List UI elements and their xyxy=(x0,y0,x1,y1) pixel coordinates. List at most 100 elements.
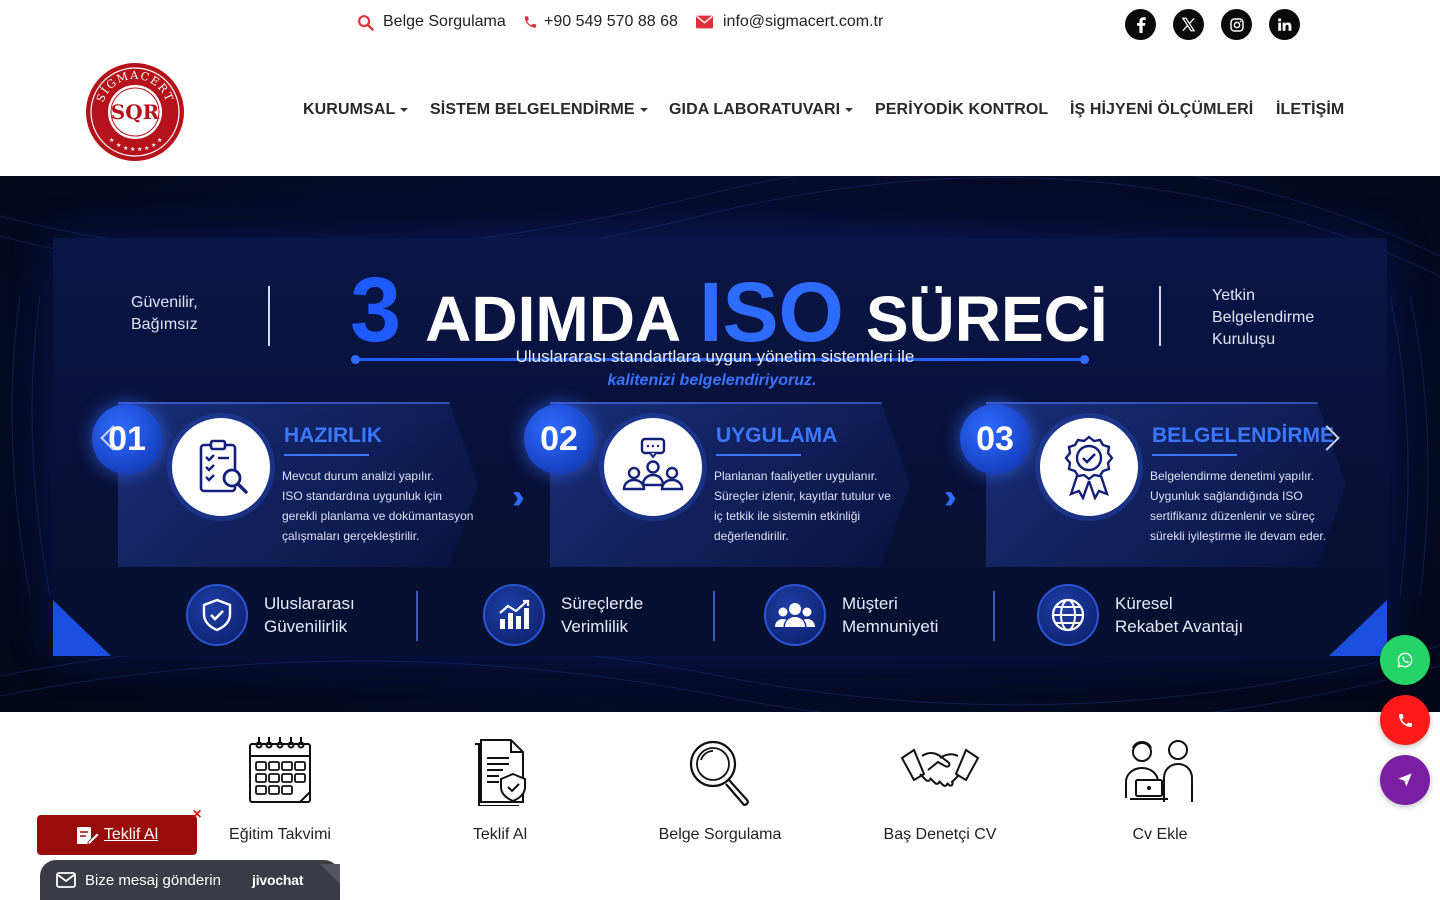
jivochat-widget[interactable]: Bize mesaj gönderin jivochat xyxy=(40,860,340,900)
globe-icon xyxy=(1037,584,1099,646)
divider xyxy=(268,286,270,346)
step-title-underline xyxy=(1152,454,1237,456)
tagline-right: Yetkin Belgelendirme Kuruluşu xyxy=(1212,287,1315,348)
step-title-underline xyxy=(716,454,801,456)
svg-text:★: ★ xyxy=(157,137,162,144)
handshake-icon xyxy=(900,748,980,787)
close-icon[interactable]: × xyxy=(189,807,205,823)
phone-number: +90 549 570 88 68 xyxy=(544,13,678,30)
nav-kurumsal[interactable]: KURUMSAL xyxy=(303,101,409,119)
nav-is-hijyeni-olcumleri[interactable]: İŞ HİJYENİ ÖLÇÜMLERİ xyxy=(1070,101,1253,119)
clipboard-search-icon xyxy=(172,418,270,516)
svg-text:★: ★ xyxy=(151,142,156,149)
svg-text:★: ★ xyxy=(144,145,149,152)
caret-down-icon xyxy=(639,108,648,112)
quicklink-teklif-al[interactable]: Teklif Al xyxy=(390,736,610,844)
phone-link[interactable]: +90 549 570 88 68 xyxy=(523,13,678,31)
feature-label: Müşteri Memnuniyeti xyxy=(842,594,939,636)
quicklink-label: Belge Sorgulama xyxy=(658,826,782,843)
step-title-underline xyxy=(284,454,369,456)
step-card-uygulama: 02 UYGULAMA Planlanan faaliyetler uygula… xyxy=(524,402,944,567)
nav-periyodik-kontrol-label: PERİYODİK KONTROL xyxy=(875,101,1049,118)
step-title: UYGULAMA xyxy=(716,424,838,447)
navigation-icon xyxy=(1398,773,1412,787)
chevrons-right-icon: ›› xyxy=(944,478,956,516)
phone-icon xyxy=(1398,713,1412,727)
step-title: HAZIRLIK xyxy=(284,424,382,447)
step-description: Mevcut durum analizi yapılır. ISO standa… xyxy=(282,469,474,543)
nav-iletisim[interactable]: İLETİŞİM xyxy=(1276,101,1344,119)
whatsapp-icon xyxy=(1397,652,1413,668)
x-icon[interactable] xyxy=(1173,9,1204,40)
instagram-icon[interactable] xyxy=(1221,9,1252,40)
quicklink-bas-denetci-cv[interactable]: Baş Denetçi CV xyxy=(830,736,1050,844)
feature-uluslararasi-guvenilirlik: Uluslararası Güvenilirlik xyxy=(186,584,355,646)
quicklink-label: Teklif Al xyxy=(472,826,528,843)
bar-chart-icon xyxy=(483,584,545,646)
call-button[interactable] xyxy=(1380,695,1430,745)
tagline-left: Güvenilir, Bağımsız xyxy=(131,294,198,333)
hero-subtitle-accent-text: kalitenizi belgelendiriyoruz. xyxy=(607,372,817,389)
magnifier-icon xyxy=(689,740,749,806)
caret-down-icon xyxy=(845,108,854,112)
svg-text:★: ★ xyxy=(109,137,114,144)
quicklink-cv-ekle[interactable]: Cv Ekle xyxy=(1050,736,1270,844)
hero-headline: 3 ADIMDA ISO SÜRECİ xyxy=(350,258,1108,361)
nav-is-hijyeni-label: İŞ HİJYENİ ÖLÇÜMLERİ xyxy=(1070,101,1254,118)
whatsapp-button[interactable] xyxy=(1380,635,1430,685)
headline-word-sureci: SÜRECİ xyxy=(865,283,1108,355)
document-shield-icon xyxy=(475,739,526,806)
people-laptop-icon xyxy=(1125,740,1193,802)
nav-sistem-belgelendirme[interactable]: SİSTEM BELGELENDİRME xyxy=(430,101,648,119)
step-number: 03 xyxy=(960,404,1030,474)
svg-text:★: ★ xyxy=(130,146,135,153)
calendar-icon xyxy=(249,737,311,803)
nav-kurumsal-label: KURUMSAL xyxy=(303,101,396,118)
top-bar: Belge Sorgulama +90 549 570 88 68 info@s… xyxy=(0,0,1440,50)
divider xyxy=(713,591,715,641)
jivochat-logo: jivochat xyxy=(252,872,304,888)
svg-text:★: ★ xyxy=(123,145,128,152)
hero-subtitle-accent: kalitenizi belgelendiriyoruz. xyxy=(0,372,1440,390)
chat-label: Bize mesaj gönderin xyxy=(85,871,221,889)
step-description: Belgelendirme denetimi yapılır. Uygunluk… xyxy=(1150,469,1327,543)
shield-check-icon xyxy=(186,584,248,646)
linkedin-icon[interactable] xyxy=(1269,9,1300,40)
step-description: Planlanan faaliyetler uygulanır. Süreçle… xyxy=(714,469,891,543)
nav-iletisim-label: İLETİŞİM xyxy=(1276,101,1345,118)
quicklink-label: Eğitim Takvimi xyxy=(229,826,331,843)
quicklink-belge-sorgulama[interactable]: Belge Sorgulama xyxy=(610,736,830,844)
quicklink-egitim-takvimi[interactable]: Eğitim Takvimi xyxy=(170,736,390,844)
nav-sistem-belgelendirme-label: SİSTEM BELGELENDİRME xyxy=(430,101,635,118)
belge-sorgulama-link[interactable]: Belge Sorgulama xyxy=(357,13,506,31)
hero-subtitle-text: Uluslararası standartlara uygun yönetim … xyxy=(515,347,915,366)
feature-musteri-memnuniyeti: Müşteri Memnuniyeti xyxy=(764,584,938,646)
directions-button[interactable] xyxy=(1380,755,1430,805)
nav-gida-laboratuvari-label: GIDA LABORATUVARI xyxy=(669,101,841,118)
team-chat-icon xyxy=(604,418,702,516)
nav-gida-laboratuvari[interactable]: GIDA LABORATUVARI xyxy=(669,101,854,119)
feature-sureclerde-verimlilik: Süreçlerde Verimlilik xyxy=(483,584,643,646)
phone-icon xyxy=(524,16,537,28)
belge-sorgulama-label: Belge Sorgulama xyxy=(383,13,506,30)
hero-slider: Güvenilir, Bağımsız Yetkin Belgelendirme… xyxy=(0,176,1440,712)
nav-periyodik-kontrol[interactable]: PERİYODİK KONTROL xyxy=(875,101,1048,119)
divider xyxy=(416,591,418,641)
chevrons-right-icon: ›› xyxy=(512,478,524,516)
mail-icon xyxy=(56,872,76,888)
headline-word-adimda: ADIMDA xyxy=(425,283,682,355)
caret-down-icon xyxy=(400,108,409,112)
step-number: 02 xyxy=(524,404,594,474)
email-address: info@sigmacert.com.tr xyxy=(723,13,884,30)
divider xyxy=(1159,286,1161,346)
edit-document-icon xyxy=(76,827,100,845)
email-link[interactable]: info@sigmacert.com.tr xyxy=(696,13,883,31)
teklif-al-button[interactable]: Teklif Al xyxy=(37,815,197,855)
svg-text:★: ★ xyxy=(137,146,142,153)
facebook-icon[interactable] xyxy=(1125,9,1156,40)
quicklink-label: Cv Ekle xyxy=(1132,826,1188,843)
divider xyxy=(993,591,995,641)
feature-label: Uluslararası Güvenilirlik xyxy=(264,594,355,636)
teklif-al-label: Teklif Al xyxy=(103,826,159,843)
users-icon xyxy=(764,584,826,646)
